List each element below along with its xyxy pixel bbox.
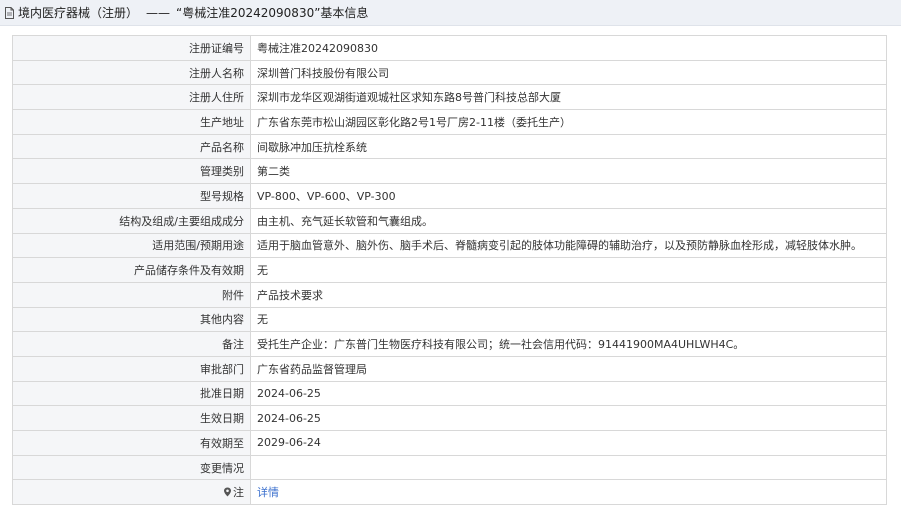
table-row: 管理类别 第二类 [12,158,887,185]
table-row: 生效日期 2024-06-25 [12,405,887,431]
row-value: 2029-06-24 [250,430,887,456]
row-label: 管理类别 [12,158,251,185]
row-value: 深圳普门科技股份有限公司 [250,59,887,86]
table-row: 变更情况 [12,454,887,481]
table-row: 批准日期 2024-06-25 [12,380,887,407]
row-value: 受托生产企业：广东普门生物医疗科技有限公司；统一社会信用代码：91441900M… [250,331,887,357]
table-row: 备注 受托生产企业：广东普门生物医疗科技有限公司；统一社会信用代码：914419… [12,331,887,357]
row-label: 变更情况 [12,454,251,481]
row-label: 结构及组成/主要组成成分 [12,207,251,234]
row-value: 产品技术要求 [250,281,887,308]
header-separator: —— [146,5,171,20]
table-row: 注册人住所 深圳市龙华区观湖街道观城社区求知东路8号普门科技总部大厦 [12,84,887,111]
row-label: 注册人名称 [12,59,251,86]
table-row: 型号规格 VP-800、VP-600、VP-300 [12,183,887,209]
row-value: 粤械注准20242090830 [250,35,887,61]
row-value: 深圳市龙华区观湖街道观城社区求知东路8号普门科技总部大厦 [250,84,887,111]
row-value: 广东省东莞市松山湖园区彰化路2号1号厂房2-11楼（委托生产） [250,109,887,135]
registration-info-table: 注册证编号 粤械注准20242090830 注册人名称 深圳普门科技股份有限公司… [12,35,887,506]
row-label: 产品名称 [12,133,251,160]
header-title: “粤械注准20242090830”基本信息 [176,6,369,20]
row-label: 审批部门 [12,355,251,382]
table-row: 产品储存条件及有效期 无 [12,257,887,283]
page-header: 境内医疗器械（注册） —— “粤械注准20242090830”基本信息 [0,0,901,26]
row-label: 有效期至 [12,430,251,456]
row-value: 广东省药品监督管理局 [250,355,887,382]
row-label: 附件 [12,281,251,308]
document-icon [4,6,15,19]
table-row: 其他内容 无 [12,306,887,333]
row-label: 备注 [12,331,251,357]
table-row: 适用范围/预期用途 适用于脑血管意外、脑外伤、脑手术后、脊髓病变引起的肢体功能障… [12,232,887,259]
row-value: 2024-06-25 [250,405,887,431]
table-row: 结构及组成/主要组成成分 由主机、充气延长软管和气囊组成。 [12,207,887,234]
table-row: 审批部门 广东省药品监督管理局 [12,355,887,382]
row-value: 2024-06-25 [250,380,887,407]
table-row: 注册证编号 粤械注准20242090830 [12,35,887,61]
note-label: 注 [233,486,244,500]
table-row: 生产地址 广东省东莞市松山湖园区彰化路2号1号厂房2-11楼（委托生产） [12,109,887,135]
row-value: 适用于脑血管意外、脑外伤、脑手术后、脊髓病变引起的肢体功能障碍的辅助治疗，以及预… [250,232,887,259]
note-value-cell: 详情 [250,479,887,506]
row-label: 生效日期 [12,405,251,431]
row-value: 无 [250,257,887,283]
row-value [250,454,887,481]
row-label: 产品储存条件及有效期 [12,257,251,283]
row-value: 由主机、充气延长软管和气囊组成。 [250,207,887,234]
table-row: 产品名称 间歇脉冲加压抗栓系统 [12,133,887,160]
row-label: 型号规格 [12,183,251,209]
row-value: 间歇脉冲加压抗栓系统 [250,133,887,160]
table-row: 注册人名称 深圳普门科技股份有限公司 [12,59,887,86]
row-label: 注册证编号 [12,35,251,61]
note-label-cell: 注 [12,479,251,506]
table-row: 附件 产品技术要求 [12,281,887,308]
row-value: 无 [250,306,887,333]
header-category: 境内医疗器械（注册） [18,6,139,20]
details-link[interactable]: 详情 [257,486,279,499]
row-label: 生产地址 [12,109,251,135]
row-label: 注册人住所 [12,84,251,111]
row-label: 其他内容 [12,306,251,333]
map-pin-icon [223,487,232,497]
row-value: VP-800、VP-600、VP-300 [250,183,887,209]
row-value: 第二类 [250,158,887,185]
row-label: 批准日期 [12,380,251,407]
row-label: 适用范围/预期用途 [12,232,251,259]
note-row: 注 详情 [12,479,887,506]
table-row: 有效期至 2029-06-24 [12,430,887,456]
